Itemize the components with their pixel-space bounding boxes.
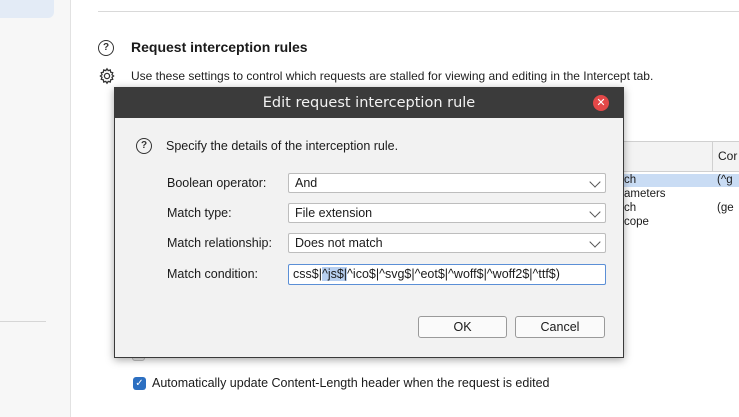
match-condition-label: Match condition:	[167, 267, 259, 281]
left-panel	[0, 0, 71, 417]
dialog-body: ? Specify the details of the interceptio…	[115, 118, 623, 357]
chevron-down-icon	[589, 236, 601, 248]
table-row[interactable]: ameters	[620, 188, 739, 201]
ok-button[interactable]: OK	[418, 316, 507, 338]
match-type-label: Match type:	[167, 206, 232, 220]
edit-rule-dialog: Edit request interception rule ✕ ? Speci…	[114, 87, 624, 358]
close-icon[interactable]: ✕	[593, 95, 609, 111]
table-row[interactable]: ch (^g	[620, 174, 739, 187]
top-divider	[98, 11, 739, 12]
table-header: Cor	[620, 141, 739, 172]
section-title: Request interception rules	[131, 39, 308, 55]
boolean-operator-label: Boolean operator:	[167, 176, 267, 190]
dialog-instruction: Specify the details of the interception …	[166, 139, 399, 153]
gear-icon[interactable]	[98, 67, 116, 85]
match-relationship-select[interactable]: Does not match	[288, 233, 606, 253]
left-nav-tab[interactable]	[0, 0, 54, 18]
section-description: Use these settings to control which requ…	[131, 69, 654, 83]
table-row[interactable]: ch (ge	[620, 202, 739, 215]
chevron-down-icon	[589, 206, 601, 218]
table-header-condition[interactable]: Cor	[712, 142, 737, 171]
update-content-length-label: Automatically update Content-Length head…	[152, 376, 550, 390]
dialog-title: Edit request interception rule	[115, 88, 623, 118]
match-relationship-label: Match relationship:	[167, 236, 272, 250]
match-condition-input[interactable]: css$|^js$|^ico$|^svg$|^eot$|^woff$|^woff…	[288, 264, 606, 285]
left-divider	[0, 321, 46, 322]
chevron-down-icon	[589, 176, 601, 188]
cancel-button[interactable]: Cancel	[515, 316, 605, 338]
boolean-operator-select[interactable]: And	[288, 173, 606, 193]
match-type-select[interactable]: File extension	[288, 203, 606, 223]
help-icon[interactable]: ?	[98, 40, 114, 56]
help-icon[interactable]: ?	[136, 138, 152, 154]
table-row[interactable]: cope	[620, 216, 739, 229]
interception-rules-table: Cor ch (^g ameters ch (ge cope	[620, 141, 739, 241]
update-content-length-checkbox[interactable]: ✓	[133, 377, 146, 390]
